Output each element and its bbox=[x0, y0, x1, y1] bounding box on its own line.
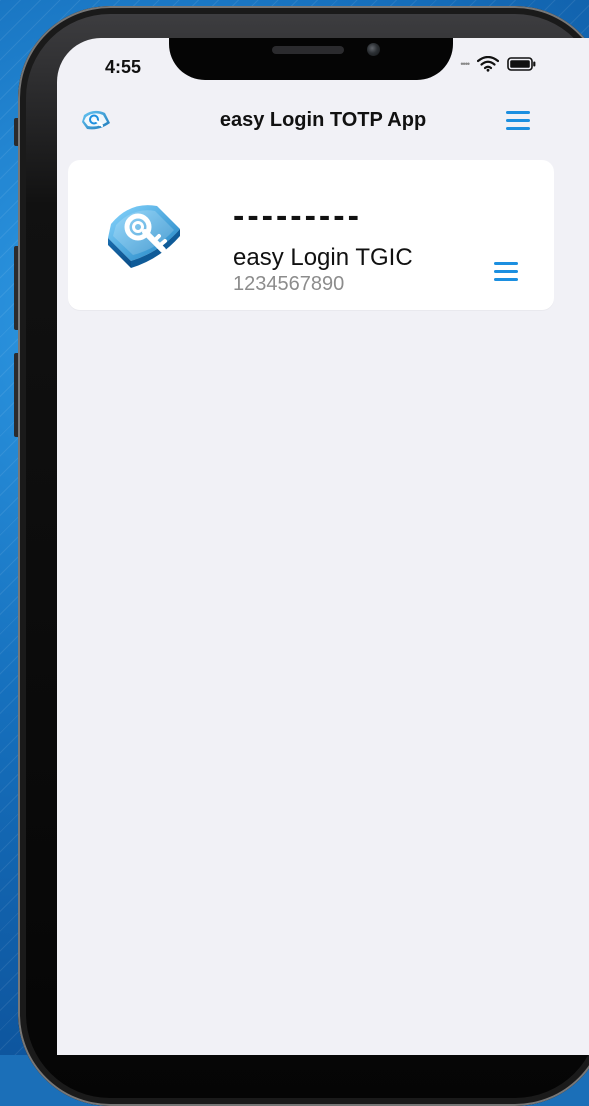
front-camera bbox=[367, 43, 380, 56]
app-screen: 4:55 •••• easy Login TOTP App --------- … bbox=[57, 38, 589, 1055]
account-id: 1234567890 bbox=[233, 273, 345, 295]
menu-line-middle bbox=[494, 270, 518, 273]
battery-icon bbox=[507, 57, 536, 71]
menu-line-top bbox=[494, 262, 518, 265]
menu-line-bottom bbox=[494, 278, 518, 281]
menu-line-top bbox=[506, 111, 530, 114]
status-icons: •••• bbox=[460, 56, 537, 72]
account-logo-icon bbox=[108, 205, 180, 268]
wifi-icon bbox=[477, 56, 499, 72]
status-time: 4:55 bbox=[105, 57, 142, 77]
menu-icon[interactable] bbox=[506, 110, 530, 132]
menu-line-bottom bbox=[506, 127, 530, 130]
account-name: easy Login TGIC bbox=[233, 244, 413, 271]
speaker bbox=[272, 46, 344, 54]
account-card[interactable]: --------- easy Login TGIC 1234567890 bbox=[68, 160, 554, 310]
menu-line-middle bbox=[506, 119, 530, 122]
otp-code: --------- bbox=[233, 197, 362, 235]
signal-icon: •••• bbox=[460, 58, 470, 69]
notch bbox=[169, 38, 453, 80]
top-bar: easy Login TOTP App bbox=[57, 102, 589, 140]
account-menu-icon[interactable] bbox=[494, 261, 518, 283]
